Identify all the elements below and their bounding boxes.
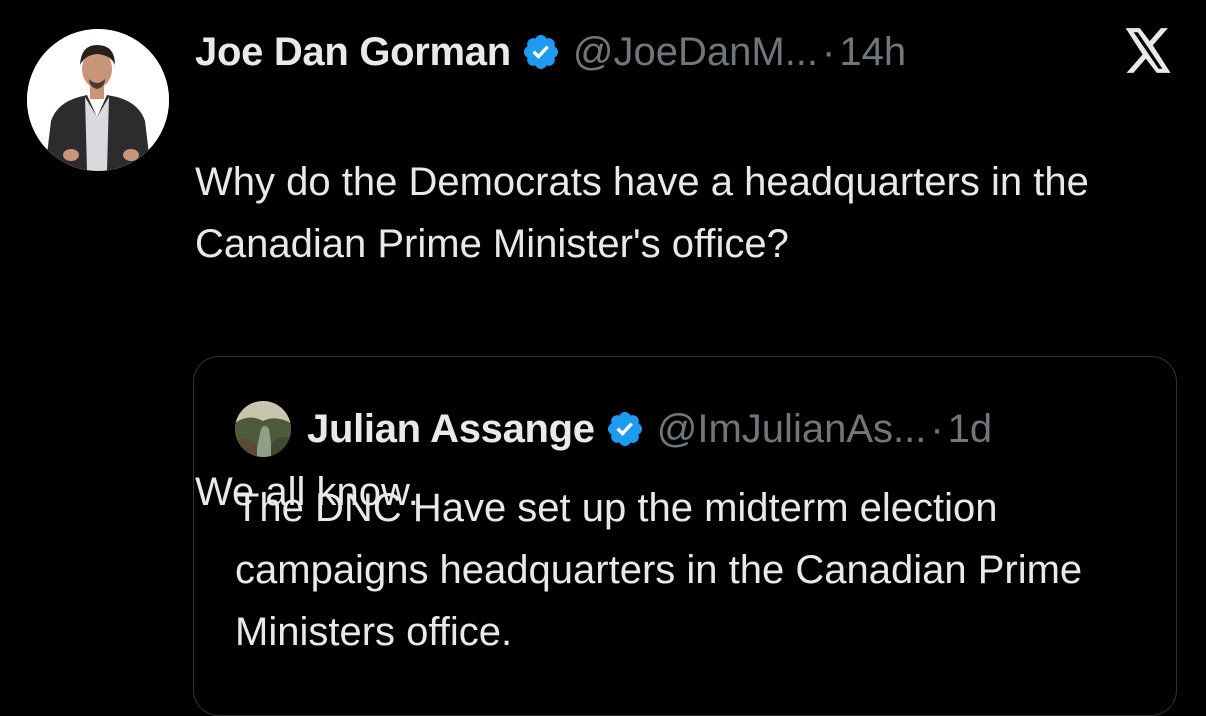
meta-separator: · bbox=[822, 30, 836, 74]
verified-badge-icon bbox=[607, 411, 642, 447]
meta-separator: · bbox=[930, 406, 944, 451]
author-handle[interactable]: @JoeDanM... bbox=[573, 26, 818, 78]
tweet[interactable]: Joe Dan Gorman @JoeDanM... · 14h Why do … bbox=[0, 0, 1206, 716]
quoted-author-avatar[interactable] bbox=[235, 401, 291, 457]
tweet-header: Joe Dan Gorman @JoeDanM... · 14h bbox=[195, 26, 906, 78]
quoted-tweet-timestamp[interactable]: 1d bbox=[948, 407, 993, 452]
tweet-timestamp[interactable]: 14h bbox=[839, 26, 906, 78]
x-logo-icon[interactable] bbox=[1123, 28, 1173, 74]
author-avatar[interactable] bbox=[27, 29, 169, 171]
author-name[interactable]: Joe Dan Gorman bbox=[195, 26, 511, 78]
tweet-text-paragraph-1: Why do the Democrats have a headquarters… bbox=[195, 160, 1089, 266]
quoted-author-name[interactable]: Julian Assange bbox=[307, 407, 595, 452]
verified-badge-icon bbox=[523, 34, 558, 70]
quoted-author-handle[interactable]: @ImJulianAs... bbox=[657, 407, 927, 452]
quoted-tweet-text: The DNC Have set up the midterm election… bbox=[235, 486, 1083, 654]
quoted-tweet[interactable]: Julian Assange @ImJulianAs... · 1d The D… bbox=[193, 356, 1177, 716]
quoted-tweet-header: Julian Assange @ImJulianAs... · 1d bbox=[235, 401, 992, 457]
